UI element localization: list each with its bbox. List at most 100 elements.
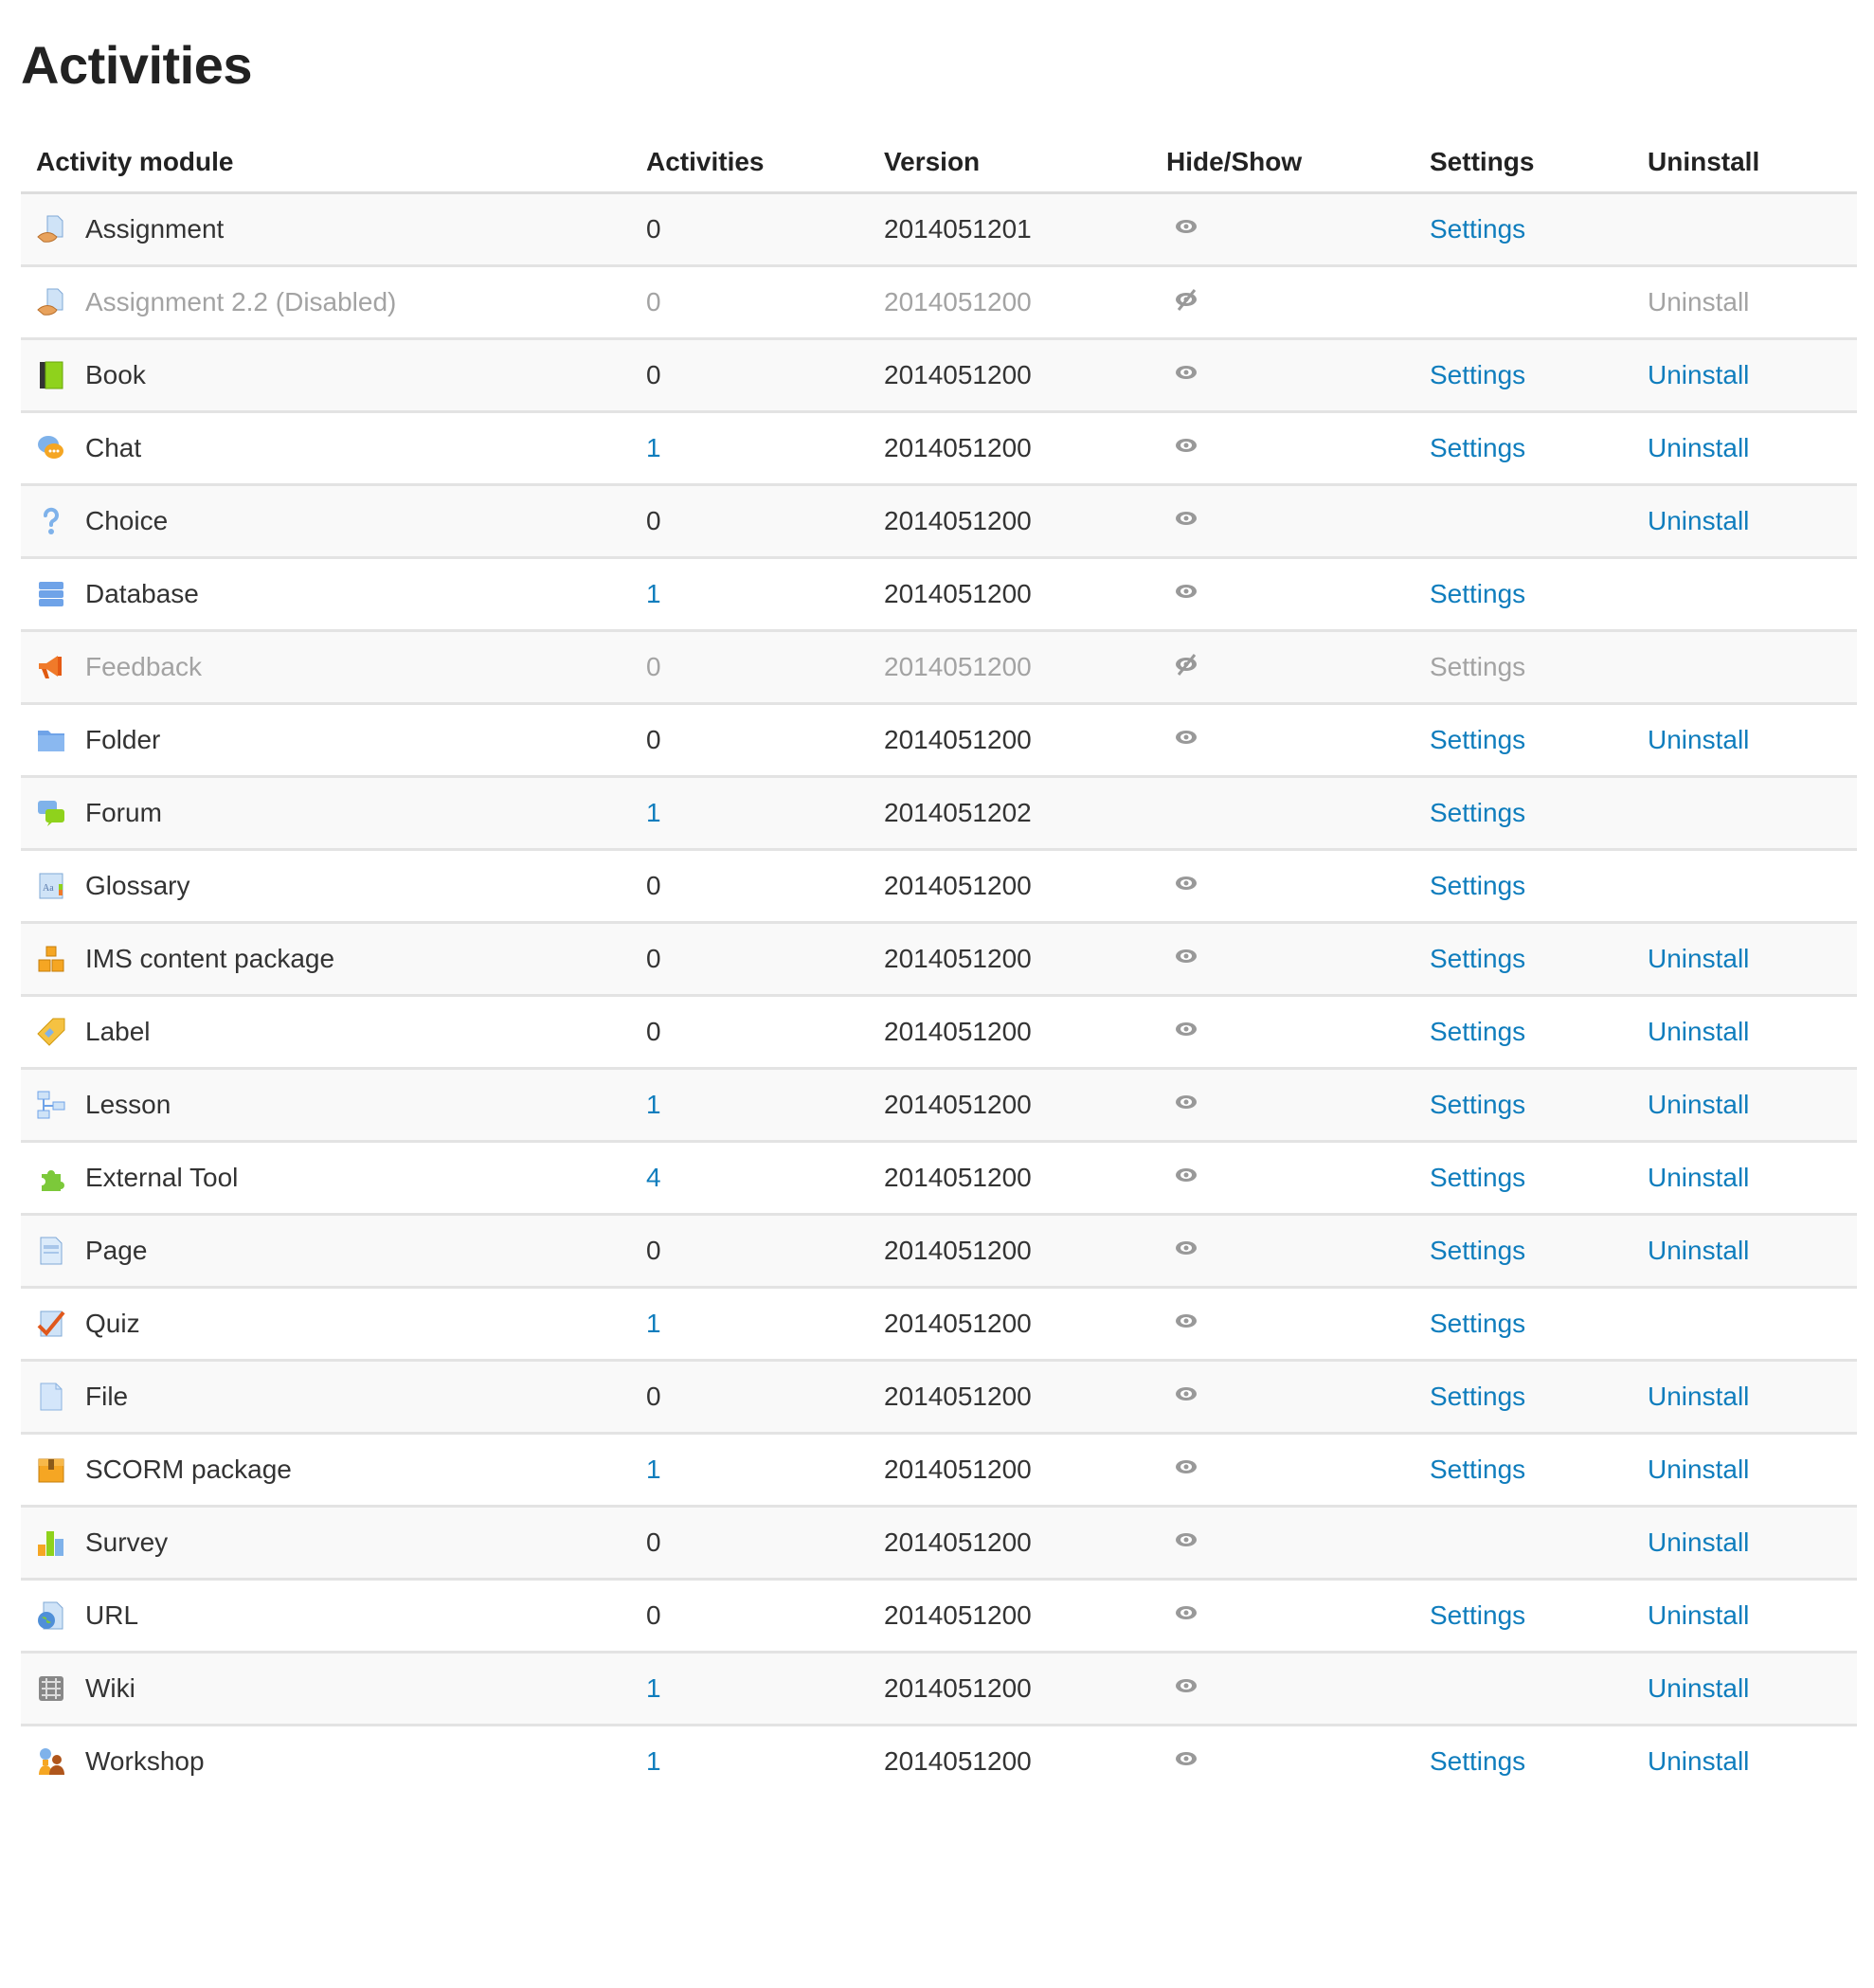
settings-link[interactable]: Settings [1430, 1746, 1525, 1776]
uninstall-link[interactable]: Uninstall [1648, 1746, 1749, 1776]
version-value: 2014051200 [884, 1455, 1032, 1484]
hide-show-cell [1151, 702, 1415, 777]
uninstall-link[interactable]: Uninstall [1648, 1600, 1749, 1630]
eye-icon[interactable] [1174, 1382, 1198, 1406]
activities-count-cell: 0 [631, 848, 869, 923]
module-cell: Choice [21, 483, 631, 558]
hide-show-cell [1151, 1286, 1415, 1361]
version-value: 2014051202 [884, 798, 1032, 827]
eye-icon[interactable] [1174, 871, 1198, 895]
eye-icon[interactable] [1174, 1163, 1198, 1187]
uninstall-link[interactable]: Uninstall [1648, 1382, 1749, 1411]
eye-icon[interactable] [1174, 1455, 1198, 1479]
activities-count-link[interactable]: 4 [646, 1163, 661, 1192]
eye-slash-icon[interactable] [1174, 652, 1198, 677]
activities-count-link[interactable]: 1 [646, 1090, 661, 1119]
eye-icon[interactable] [1174, 1236, 1198, 1260]
activities-count-cell: 0 [631, 1359, 869, 1434]
version-cell: 2014051200 [869, 1359, 1151, 1434]
version-value: 2014051200 [884, 1236, 1032, 1265]
settings-link[interactable]: Settings [1430, 360, 1525, 389]
table-row: URL 0 2014051200 Settings Uninstall [21, 1578, 1857, 1653]
settings-link[interactable]: Settings [1430, 1600, 1525, 1630]
version-value: 2014051200 [884, 652, 1032, 681]
activities-count-link[interactable]: 1 [646, 1455, 661, 1484]
uninstall-link[interactable]: Uninstall [1648, 1090, 1749, 1119]
eye-icon[interactable] [1174, 1017, 1198, 1041]
settings-link[interactable]: Settings [1430, 871, 1525, 900]
eye-icon[interactable] [1174, 433, 1198, 458]
module-name: Wiki [85, 1673, 135, 1703]
version-cell: 2014051200 [869, 702, 1151, 777]
version-value: 2014051200 [884, 579, 1032, 608]
uninstall-link[interactable]: Uninstall [1648, 1527, 1749, 1557]
settings-cell: Settings [1415, 1578, 1632, 1653]
uninstall-link[interactable]: Uninstall [1648, 1236, 1749, 1265]
table-row: Page 0 2014051200 Settings Uninstall [21, 1213, 1857, 1288]
settings-cell [1415, 264, 1632, 339]
activities-count: 0 [646, 287, 661, 316]
uninstall-link[interactable]: Uninstall [1648, 433, 1749, 462]
uninstall-link[interactable]: Uninstall [1648, 1673, 1749, 1703]
uninstall-cell: Uninstall [1632, 483, 1857, 558]
settings-link[interactable]: Settings [1430, 798, 1525, 827]
scorm-package-icon [36, 1455, 66, 1485]
settings-link[interactable]: Settings [1430, 433, 1525, 462]
activities-count-link[interactable]: 1 [646, 1746, 661, 1776]
eye-icon[interactable] [1174, 1746, 1198, 1771]
activities-count-link[interactable]: 1 [646, 579, 661, 608]
eye-icon[interactable] [1174, 944, 1198, 968]
activities-count-cell: 0 [631, 1578, 869, 1653]
eye-icon[interactable] [1174, 725, 1198, 750]
module-cell: Assignment 2.2 (Disabled) [21, 264, 631, 339]
uninstall-link[interactable]: Uninstall [1648, 944, 1749, 973]
uninstall-link[interactable]: Uninstall [1648, 360, 1749, 389]
settings-link[interactable]: Settings [1430, 1309, 1525, 1338]
hide-show-cell [1151, 629, 1415, 704]
eye-icon[interactable] [1174, 214, 1198, 239]
module-name: Lesson [85, 1090, 171, 1119]
uninstall-link[interactable]: Uninstall [1648, 506, 1749, 535]
folder-icon [36, 725, 66, 755]
version-cell: 2014051202 [869, 775, 1151, 850]
settings-link[interactable]: Settings [1430, 944, 1525, 973]
hide-show-cell [1151, 1067, 1415, 1142]
uninstall-link[interactable]: Uninstall [1648, 1455, 1749, 1484]
eye-slash-icon[interactable] [1174, 287, 1198, 312]
settings-link[interactable]: Settings [1430, 1163, 1525, 1192]
eye-icon[interactable] [1174, 506, 1198, 531]
settings-link[interactable]: Settings [1430, 1455, 1525, 1484]
settings-link[interactable]: Settings [1430, 1017, 1525, 1046]
activities-count-cell: 1 [631, 556, 869, 631]
settings-link[interactable]: Settings [1430, 652, 1525, 681]
eye-icon[interactable] [1174, 1527, 1198, 1552]
eye-icon[interactable] [1174, 579, 1198, 604]
eye-icon[interactable] [1174, 1090, 1198, 1114]
settings-link[interactable]: Settings [1430, 1236, 1525, 1265]
uninstall-cell: Uninstall [1632, 1067, 1857, 1142]
table-row: IMS content package 0 2014051200 Settings Un… [21, 921, 1857, 996]
settings-link[interactable]: Settings [1430, 579, 1525, 608]
activities-count-link[interactable]: 1 [646, 433, 661, 462]
settings-link[interactable]: Settings [1430, 1090, 1525, 1119]
eye-icon[interactable] [1174, 1673, 1198, 1698]
hide-show-cell [1151, 337, 1415, 412]
settings-link[interactable]: Settings [1430, 214, 1525, 244]
activities-count-link[interactable]: 1 [646, 1309, 661, 1338]
settings-link[interactable]: Settings [1430, 1382, 1525, 1411]
version-value: 2014051200 [884, 871, 1032, 900]
activities-count-link[interactable]: 1 [646, 1673, 661, 1703]
eye-icon[interactable] [1174, 1309, 1198, 1333]
uninstall-link[interactable]: Uninstall [1648, 1017, 1749, 1046]
glossary-icon: Aa [36, 871, 66, 901]
eye-icon[interactable] [1174, 1600, 1198, 1625]
uninstall-link[interactable]: Uninstall [1648, 1163, 1749, 1192]
settings-cell: Settings [1415, 702, 1632, 777]
uninstall-link[interactable]: Uninstall [1648, 287, 1749, 316]
settings-cell [1415, 483, 1632, 558]
eye-icon[interactable] [1174, 360, 1198, 385]
settings-link[interactable]: Settings [1430, 725, 1525, 754]
feedback-icon [36, 652, 66, 682]
activities-count-link[interactable]: 1 [646, 798, 661, 827]
uninstall-link[interactable]: Uninstall [1648, 725, 1749, 754]
